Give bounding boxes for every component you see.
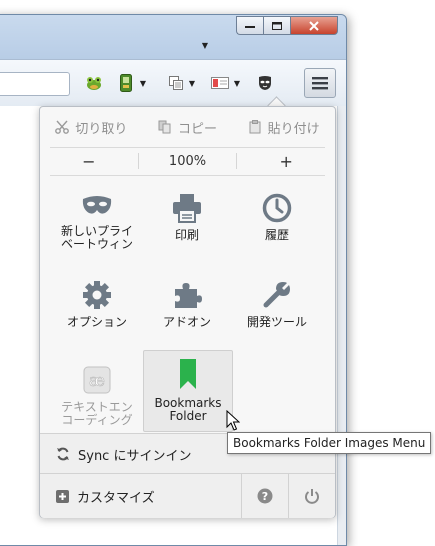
printer-icon xyxy=(173,194,201,223)
puzzle-piece-icon xyxy=(175,283,202,308)
addons-label: アドオン xyxy=(162,315,211,329)
customize-label: カスタマイズ xyxy=(77,490,155,506)
tooltip: Bookmarks Folder Images Menu xyxy=(227,432,432,454)
scissors-icon xyxy=(55,120,70,134)
hamburger-menu-button[interactable] xyxy=(304,68,336,98)
svg-text:?: ? xyxy=(262,490,268,503)
green-panel-addon-icon[interactable] xyxy=(117,72,135,94)
chevron-down-icon[interactable]: ▼ xyxy=(137,72,149,94)
wrench-icon xyxy=(263,282,290,308)
chevron-down-icon[interactable]: ▼ xyxy=(186,72,198,94)
svg-text:æ: æ xyxy=(89,371,105,391)
text-encoding-button[interactable]: æ テキストエンコーディング xyxy=(53,359,141,433)
zoom-reset-button[interactable]: 100% xyxy=(139,154,237,169)
hamburger-icon xyxy=(312,77,328,90)
bookmarks-folder-button[interactable]: Bookmarks Folder xyxy=(143,350,233,432)
clock-icon xyxy=(262,193,292,223)
customize-button[interactable]: カスタマイズ xyxy=(40,487,241,506)
chevron-down-icon[interactable]: ▼ xyxy=(231,72,243,94)
plus-box-icon xyxy=(56,489,69,503)
vertical-scrollbar[interactable] xyxy=(337,106,346,545)
gear-icon xyxy=(83,281,111,309)
mouse-cursor-icon xyxy=(226,410,240,431)
maximize-button[interactable] xyxy=(263,16,290,35)
cut-button[interactable]: 切り取り xyxy=(55,118,127,137)
navigation-toolbar: ▼ ▼ ▼ xyxy=(0,59,346,107)
frog-addon-icon[interactable] xyxy=(83,72,105,94)
new-private-window-button[interactable]: 新しいプライベートウィン xyxy=(53,187,141,261)
title-bar: ▼ xyxy=(0,15,346,59)
zoom-in-button[interactable]: + xyxy=(237,152,335,171)
addons-button[interactable]: アドオン xyxy=(143,274,231,348)
zoom-controls: − 100% + xyxy=(40,147,335,175)
bookmarks-folder-label: Bookmarks Folder xyxy=(154,396,222,423)
help-icon: ? xyxy=(257,488,273,504)
paste-button[interactable]: 貼り付け xyxy=(248,118,320,137)
copy-icon xyxy=(158,120,171,134)
paste-label: 貼り付け xyxy=(267,121,320,137)
options-label: オプション xyxy=(66,315,127,329)
caption-buttons xyxy=(236,16,338,35)
copy-label: コピー xyxy=(177,121,217,137)
mask-icon xyxy=(82,196,112,214)
red-screen-addon-icon[interactable] xyxy=(210,72,230,94)
quit-button[interactable] xyxy=(288,474,335,518)
cut-label: 切り取り xyxy=(75,121,128,137)
sync-icon xyxy=(57,447,69,461)
zoom-out-button[interactable]: − xyxy=(40,152,138,171)
minimize-button[interactable] xyxy=(236,16,263,35)
new-private-window-label: 新しいプライベートウィン xyxy=(60,225,133,251)
mask-addon-icon[interactable] xyxy=(255,72,275,94)
customize-row: カスタマイズ ? xyxy=(40,473,335,518)
main-menu-panel: 切り取り コピー 貼り付け − 100% + 新しいプライベートウィン 印刷 履… xyxy=(39,106,336,518)
copy-layout-icon[interactable] xyxy=(167,72,185,94)
edit-controls: 切り取り コピー 貼り付け xyxy=(40,107,335,147)
power-icon xyxy=(305,489,319,504)
print-label: 印刷 xyxy=(174,228,199,242)
encoding-ae-icon: æ xyxy=(83,366,111,394)
separator xyxy=(50,175,325,176)
tab-list-dropdown-icon[interactable]: ▼ xyxy=(202,41,208,50)
help-button[interactable]: ? xyxy=(241,474,288,518)
bookmark-ribbon-icon xyxy=(180,359,196,389)
close-button[interactable] xyxy=(290,16,338,35)
url-bar[interactable] xyxy=(0,72,70,96)
print-button[interactable]: 印刷 xyxy=(143,187,231,261)
text-encoding-label: テキストエンコーディング xyxy=(61,400,133,427)
history-label: 履歴 xyxy=(264,228,289,242)
history-button[interactable]: 履歴 xyxy=(233,187,321,261)
developer-tools-label: 開発ツール xyxy=(246,315,307,329)
options-button[interactable]: オプション xyxy=(53,274,141,348)
clipboard-icon xyxy=(249,120,261,134)
sync-label: Sync にサインイン xyxy=(78,448,192,464)
copy-button[interactable]: コピー xyxy=(158,118,217,137)
developer-tools-button[interactable]: 開発ツール xyxy=(233,274,321,348)
